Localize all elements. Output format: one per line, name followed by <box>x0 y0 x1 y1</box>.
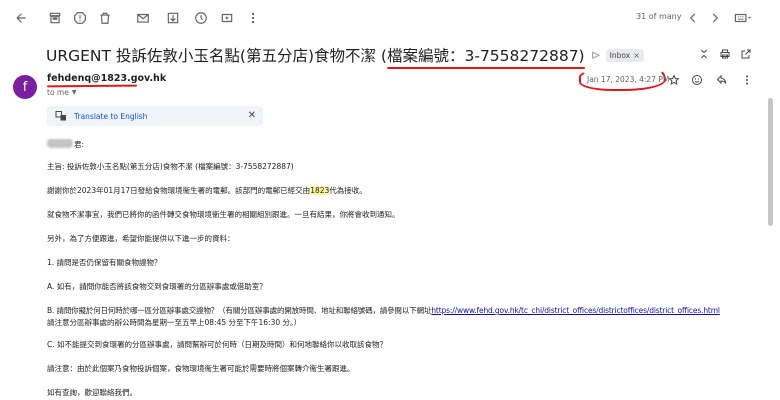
toolbar: 31 of many <box>0 0 780 36</box>
body-paragraph-1: 謝謝你於2023年01月17日發給食物環境衞生署的電郵。該部門的電郵已經交由18… <box>47 185 367 196</box>
report-spam-icon[interactable] <box>71 9 89 27</box>
body-item-c: C. 如不能提交到食環署的分區辦事處，請問幫辦可於何時（日期及時間）和何地聯絡你… <box>47 340 388 349</box>
delete-icon[interactable] <box>96 9 114 27</box>
emoji-reaction-icon[interactable] <box>690 73 704 87</box>
add-task-icon[interactable] <box>192 9 210 27</box>
print-icon[interactable] <box>718 47 732 61</box>
item-b-text: B. 請問你擬於何日何時於哪一區分區辦事處交證物？（有關分區辦事處的開放時間、地… <box>47 306 432 315</box>
body-item-a: A. 如有，請問你能否將該食物交到食環署的分區辦事處或借助室？ <box>47 282 267 291</box>
paragraph-1-text-b: 代為接收。 <box>329 186 367 195</box>
remove-label-icon[interactable]: × <box>633 51 640 60</box>
paging-text: 31 of many <box>636 12 682 21</box>
body-note: 請注意：由於此個案乃食物投訴個案，食物環境衞生署可能於需要時將個案轉介衞生署跟進… <box>47 364 355 373</box>
subject-text: URGENT 投訴佐敦小玉名點(第五分店)食物不潔 ( <box>46 47 387 65</box>
red-annotation-underline-sender <box>46 84 138 88</box>
expand-all-icon[interactable] <box>697 47 711 61</box>
greeting-suffix: 君: <box>74 140 85 149</box>
newer-icon[interactable] <box>684 9 702 27</box>
sender-address[interactable]: fehdenq@1823.gov.hk <box>47 73 166 84</box>
inbox-label-text: Inbox <box>609 50 631 60</box>
redacted-name <box>47 139 73 148</box>
body-paragraph-2: 就食物不潔事宜，我們已將你的函件轉交食物環境衞生署的相關組別跟進。一旦有結果，你… <box>47 210 400 219</box>
translate-banner: Translate to English ✕ <box>47 106 263 126</box>
paragraph-1-text-a: 謝謝你於2023年01月17日發給食物環境衞生署的電郵。該部門的電郵已經交由 <box>47 186 311 195</box>
email-date: Jan 17, 2023, 4:27 PM <box>587 75 670 84</box>
translate-icon <box>55 110 67 122</box>
highlighted-1823: 1823 <box>310 186 330 195</box>
translate-link[interactable]: Translate to English <box>74 112 147 121</box>
scroll-thumb[interactable] <box>768 98 773 226</box>
email-subject: URGENT 投訴佐敦小玉名點(第五分店)食物不潔 (檔案編號：3-755827… <box>46 44 585 69</box>
body-item-b-note: 請注意分區辦事處的辦公時間為星期一至五早上08:45 分至下午16:30 分。） <box>47 318 302 327</box>
more-options-icon[interactable] <box>740 73 754 87</box>
body-paragraph-3: 另外，為了方便跟進，希望你能提供以下進一步的資料： <box>47 234 235 243</box>
input-tools-icon[interactable] <box>730 9 756 27</box>
reply-icon[interactable] <box>715 73 729 87</box>
body-subject-line: 主旨: 投訴佐敦小玉名點(第五分店)食物不潔 (檔案編號：3-755827288… <box>47 162 294 171</box>
star-icon[interactable] <box>667 73 681 87</box>
subject-row: URGENT 投訴佐敦小玉名點(第五分店)食物不潔 (檔案編號：3-755827… <box>46 44 644 69</box>
close-icon[interactable]: ✕ <box>248 110 256 121</box>
inbox-label: Inbox × <box>605 48 644 62</box>
mark-unread-icon[interactable] <box>134 9 152 27</box>
more-vert-icon[interactable] <box>244 9 262 27</box>
snooze-icon[interactable] <box>164 9 182 27</box>
archive-icon[interactable] <box>46 9 64 27</box>
open-new-window-icon[interactable] <box>739 47 753 61</box>
subject-case-number: 檔案編號：3-7558272887) <box>386 47 585 69</box>
chevron-down-icon: ▼ <box>71 89 77 96</box>
back-arrow-icon[interactable] <box>12 9 30 27</box>
move-to-icon[interactable] <box>218 9 236 27</box>
recipient-details[interactable]: to me ▼ <box>47 88 76 97</box>
body-question-1: 1. 請問是否仍保留有關食物證物？ <box>47 258 162 267</box>
subject-case-number-text: 檔案編號：3-7558272887) <box>386 47 585 65</box>
avatar[interactable]: f <box>13 75 37 99</box>
body-item-b: B. 請問你擬於何日何時於哪一區分區辦事處交證物？（有關分區辦事處的開放時間、地… <box>47 305 720 316</box>
recipient-text: to me <box>47 88 69 97</box>
body-closing: 如有查詢，歡迎聯絡我們。 <box>47 388 137 397</box>
red-annotation-underline <box>386 67 585 69</box>
importance-marker-icon[interactable]: ⊳ <box>591 48 601 62</box>
scrollbar[interactable] <box>767 30 774 400</box>
district-offices-link[interactable]: https://www.fehd.gov.hk/tc_chi/district_… <box>431 306 720 315</box>
older-icon[interactable] <box>706 9 724 27</box>
